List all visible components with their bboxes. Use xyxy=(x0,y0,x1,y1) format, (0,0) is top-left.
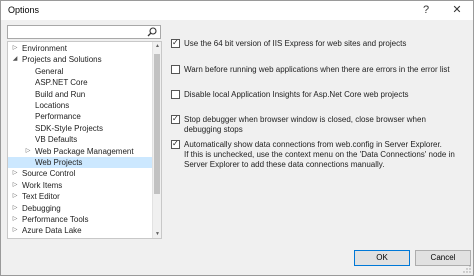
tree-item[interactable]: VB Defaults xyxy=(8,134,152,145)
tree-item[interactable]: ▷ Debugging xyxy=(8,203,152,214)
ok-button[interactable]: OK xyxy=(354,250,410,266)
tree-item-label: Debugging xyxy=(22,203,61,213)
search-icon[interactable] xyxy=(147,27,157,37)
resize-grip-icon[interactable] xyxy=(463,265,471,273)
option-checkbox[interactable] xyxy=(171,139,180,149)
collapsed-arrow-icon[interactable]: ▷ xyxy=(11,225,19,236)
tree-item-label: Build and Run xyxy=(35,89,86,99)
tree-item[interactable]: ASP.NET Core xyxy=(8,77,152,88)
collapsed-arrow-icon[interactable]: ▷ xyxy=(11,43,19,54)
option-checkbox[interactable] xyxy=(171,65,180,74)
tree-item[interactable]: ▷ Web Package Management xyxy=(8,146,152,157)
collapsed-arrow-icon[interactable]: ▷ xyxy=(11,203,19,214)
tree-item-label: Web Package Management xyxy=(35,146,134,156)
title-bar: Options ? ✕ xyxy=(1,1,473,20)
tree-item-label: VB Defaults xyxy=(35,135,78,145)
tree-item-label: Source Control xyxy=(22,169,76,179)
tree-item[interactable]: SDK-Style Projects xyxy=(8,123,152,134)
collapsed-arrow-icon[interactable]: ▷ xyxy=(11,214,19,225)
cancel-button[interactable]: Cancel xyxy=(415,250,471,266)
tree-item-label: Environment xyxy=(22,44,67,53)
option-label: Disable local Application Insights for A… xyxy=(184,90,409,99)
collapsed-arrow-icon[interactable]: ▷ xyxy=(11,168,19,179)
collapsed-arrow-icon[interactable]: ▷ xyxy=(11,191,19,202)
option-label: Stop debugger when browser window is clo… xyxy=(184,115,426,124)
search-input[interactable] xyxy=(10,27,142,37)
tree-item-label: SDK-Style Projects xyxy=(35,123,104,133)
options-tree[interactable]: ▲ ▼ ▷ Environment ◢ Projects and Solutions G… xyxy=(7,41,162,239)
tree-item[interactable]: General xyxy=(8,66,152,77)
tree-item-label: General xyxy=(35,66,64,76)
tree-item-label: Azure Data Lake xyxy=(22,226,82,236)
scroll-up-arrow-icon[interactable]: ▲ xyxy=(153,42,161,50)
tree-item-label: Web Projects xyxy=(35,158,83,167)
search-options-box[interactable] xyxy=(7,25,161,39)
option-checkbox[interactable] xyxy=(171,114,180,124)
close-button[interactable]: ✕ xyxy=(444,1,470,20)
tree-item[interactable]: ▷ Source Control xyxy=(8,168,152,179)
option-checkbox[interactable] xyxy=(171,90,180,99)
tree-item[interactable]: Build and Run xyxy=(8,89,152,100)
options-dialog: Options ? ✕ ▲ ▼ ▷ Environment ◢ Projects an… xyxy=(0,0,474,276)
tree-item-label: Locations xyxy=(35,101,70,110)
tree-item[interactable]: ◢ Projects and Solutions xyxy=(8,54,152,65)
tree-item-label: Performance Tools xyxy=(22,215,89,224)
option-label: Warn before running web applications whe… xyxy=(184,65,450,74)
tree-item[interactable]: ▷ Environment xyxy=(8,43,152,54)
tree-item[interactable]: Performance xyxy=(8,111,152,122)
tree-item[interactable]: ▷ Text Editor xyxy=(8,191,152,202)
dialog-title: Options xyxy=(8,5,40,15)
tree-item-label: Work Items xyxy=(22,180,63,190)
option-checkbox[interactable] xyxy=(171,38,180,48)
tree-item[interactable]: ▷ Work Items xyxy=(8,180,152,191)
tree-item[interactable]: Locations xyxy=(8,100,152,111)
collapsed-arrow-icon[interactable]: ▷ xyxy=(24,146,32,157)
scroll-down-arrow-icon[interactable]: ▼ xyxy=(153,230,161,238)
option-label: debugging stops xyxy=(184,125,243,134)
option-label: If this is unchecked, use the context me… xyxy=(184,150,455,159)
tree-item-label: Performance xyxy=(35,112,81,122)
tree-item-label: Text Editor xyxy=(22,192,60,202)
collapsed-arrow-icon[interactable]: ▷ xyxy=(11,180,19,191)
tree-scrollbar[interactable]: ▲ ▼ xyxy=(152,42,161,238)
help-button[interactable]: ? xyxy=(413,1,439,20)
option-label: Server Explorer to add these data connec… xyxy=(184,160,385,169)
tree-item-label: ASP.NET Core xyxy=(35,78,88,88)
option-label: Automatically show data connections from… xyxy=(184,140,442,149)
scrollbar-thumb[interactable] xyxy=(154,54,160,194)
tree-item[interactable]: ▷ Performance Tools xyxy=(8,214,152,225)
option-label: Use the 64 bit version of IIS Express fo… xyxy=(184,39,407,48)
tree-item-label: Projects and Solutions xyxy=(22,55,102,65)
expanded-arrow-icon[interactable]: ◢ xyxy=(11,54,19,65)
tree-item[interactable]: Web Projects xyxy=(8,157,152,168)
tree-item[interactable]: ▷ Azure Data Lake xyxy=(8,225,152,236)
